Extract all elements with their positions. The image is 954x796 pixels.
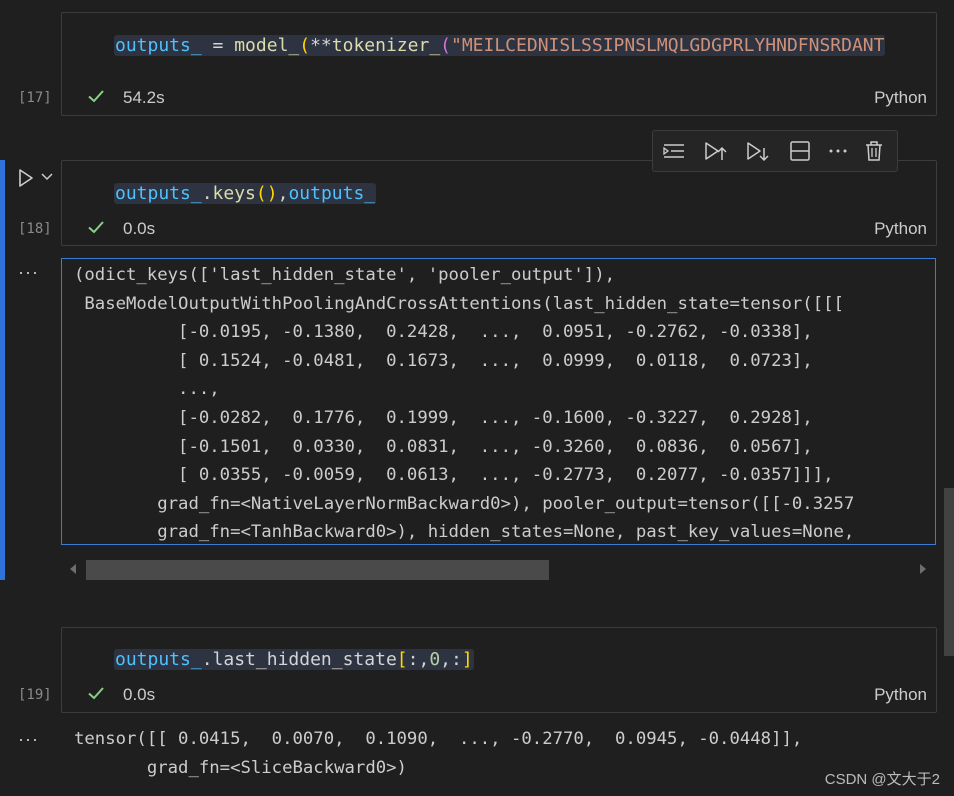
output-line: BaseModelOutputWithPoolingAndCrossAttent… <box>74 293 844 314</box>
output-line: grad_fn=<TanhBackward0>), hidden_states=… <box>74 522 855 543</box>
output-line: ..., <box>74 379 220 400</box>
code-token: [ <box>396 649 408 670</box>
code-token: model_ <box>234 35 300 56</box>
cell-17-language[interactable]: Python <box>874 88 927 108</box>
cell-19-output-text: tensor([[ 0.0415, 0.0070, 0.1090, ..., -… <box>74 725 802 782</box>
code-text[interactable]: outputs_.keys(),outputs_ <box>114 183 377 204</box>
output-line: grad_fn=<SliceBackward0>) <box>74 757 407 778</box>
more-icon[interactable] <box>826 140 850 162</box>
vertical-scrollbar-thumb[interactable] <box>944 488 954 656</box>
code-text[interactable]: outputs_.last_hidden_state[:,0,:] <box>114 649 474 670</box>
code-token: . <box>201 649 213 670</box>
cell-18-status: 0.0s Python <box>61 218 935 240</box>
check-icon <box>88 90 104 103</box>
output-line: [ 0.1524, -0.0481, 0.1673, ..., 0.0999, … <box>74 350 813 371</box>
cell-18-code-line[interactable]: outputs_.keys(),outputs_ <box>114 182 377 206</box>
code-token: . <box>201 183 213 204</box>
cell-17-status: 54.2s Python <box>61 87 935 109</box>
output-line: [ 0.0355, -0.0059, 0.0613, ..., -0.2773,… <box>74 465 834 486</box>
code-token: keys <box>212 183 256 204</box>
delete-icon[interactable] <box>862 140 886 162</box>
cell-19-exec-count: [19] <box>18 687 52 703</box>
code-token: last_hidden_state <box>212 649 397 670</box>
output-line: [-0.0282, 0.1776, 0.1999, ..., -0.1600, … <box>74 407 813 428</box>
run-icon[interactable] <box>16 168 36 188</box>
watermark: CSDN @文大于2 <box>824 771 940 788</box>
code-token: ] <box>461 649 473 670</box>
code-token: ,: <box>440 649 462 670</box>
output-line: (odict_keys(['last_hidden_state', 'poole… <box>74 265 616 285</box>
cell-19-language[interactable]: Python <box>874 685 927 705</box>
code-token: 0 <box>429 649 441 670</box>
active-cell-indicator <box>0 160 5 580</box>
code-text[interactable]: outputs_ = model_(**tokenizer_("MEILCEDN… <box>114 35 886 56</box>
scroll-right-icon[interactable] <box>919 564 927 574</box>
code-token: outputs_ <box>115 183 202 204</box>
cell-19-output-menu[interactable]: ··· <box>18 729 39 750</box>
scrollbar-thumb[interactable] <box>86 560 549 580</box>
chevron-down-icon[interactable] <box>41 172 53 182</box>
code-token: , <box>277 183 289 204</box>
scroll-left-icon[interactable] <box>69 564 77 574</box>
horizontal-scrollbar[interactable] <box>61 558 935 582</box>
cell-17-time: 54.2s <box>123 88 165 107</box>
code-token: outputs_ <box>115 35 202 56</box>
cell-toolbar <box>652 130 898 172</box>
cell-17-exec-count: [17] <box>18 90 52 106</box>
split-cell-icon[interactable] <box>788 140 812 162</box>
code-token: ** <box>310 35 332 56</box>
cell-19-code-line[interactable]: outputs_.last_hidden_state[:,0,:] <box>114 648 474 672</box>
output-line: tensor([[ 0.0415, 0.0070, 0.1090, ..., -… <box>74 729 803 749</box>
check-icon <box>88 687 104 700</box>
cell-19-status: 0.0s Python <box>61 684 935 706</box>
code-token: () <box>255 183 278 204</box>
output-line: [-0.1501, 0.0330, 0.0831, ..., -0.3260, … <box>74 436 813 457</box>
code-token: tokenizer_ <box>331 35 441 56</box>
code-token: outputs_ <box>288 183 376 204</box>
cell-18-output-menu[interactable]: ··· <box>18 262 39 283</box>
code-token: ( <box>299 35 311 56</box>
run-above-icon[interactable] <box>662 140 686 162</box>
cell-17-code-line[interactable]: outputs_ = model_(**tokenizer_("MEILCEDN… <box>114 34 886 58</box>
code-token: = <box>201 35 235 56</box>
cell-18-language[interactable]: Python <box>874 219 927 239</box>
output-line: [-0.0195, -0.1380, 0.2428, ..., 0.0951, … <box>74 322 813 343</box>
code-token: :, <box>407 649 430 670</box>
cell-18-time: 0.0s <box>123 219 156 238</box>
cell-18-exec-count: [18] <box>18 221 52 237</box>
run-below-icon[interactable] <box>703 140 727 162</box>
cell-19-time: 0.0s <box>123 685 156 704</box>
execute-below-icon[interactable] <box>745 140 769 162</box>
code-token: "MEILCEDNISLSSIPNSLMQLGDGPRLYHNDFNSRDANT <box>451 35 885 56</box>
code-token: ( <box>440 35 451 56</box>
cell-18-output: (odict_keys(['last_hidden_state', 'poole… <box>61 258 936 545</box>
check-icon <box>88 221 104 234</box>
code-token: outputs_ <box>115 649 202 670</box>
cell-18-output-text: (odict_keys(['last_hidden_state', 'poole… <box>74 261 855 544</box>
output-line: grad_fn=<NativeLayerNormBackward0>), poo… <box>74 493 855 514</box>
